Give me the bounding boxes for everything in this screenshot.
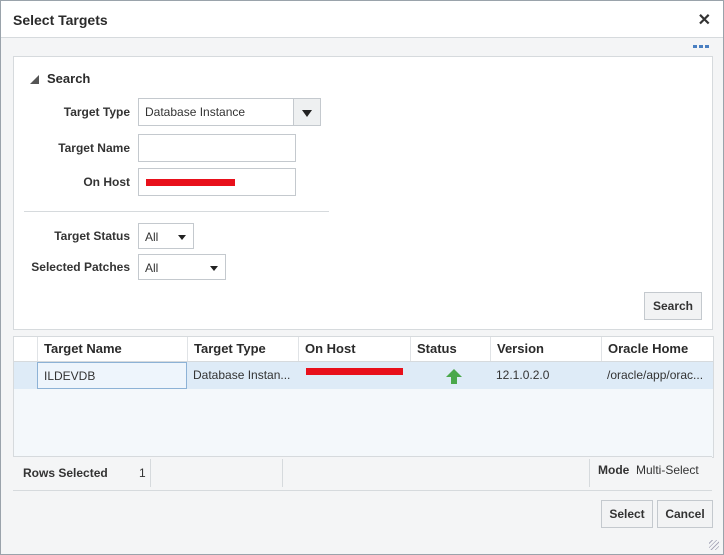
dialog-title: Select Targets [13, 12, 108, 28]
target-name-label: Target Name [58, 141, 130, 155]
select-button[interactable]: Select [601, 500, 653, 528]
status-up-arrow-stem [451, 376, 457, 384]
chevron-down-icon [210, 266, 218, 271]
cell-oracle-home[interactable]: /oracle/app/orac... [601, 362, 713, 389]
selected-patches-select[interactable]: All [138, 254, 226, 280]
search-divider [24, 211, 329, 212]
selected-patches-value: All [145, 261, 159, 275]
cell-target-name[interactable]: ILDEVDB [37, 362, 187, 389]
on-host-redaction [146, 179, 235, 186]
resize-handle-icon[interactable] [709, 540, 719, 550]
cancel-button[interactable]: Cancel [657, 500, 713, 528]
select-targets-dialog: Select Targets ✕ Search Target Type Data… [0, 0, 724, 555]
cell-on-host[interactable] [298, 362, 410, 389]
dialog-titlebar: Select Targets ✕ [1, 1, 723, 38]
target-status-value: All [145, 230, 159, 244]
chevron-down-icon [178, 235, 186, 240]
mode-label: Mode [598, 463, 630, 477]
target-type-select[interactable]: Database Instance [138, 98, 294, 126]
search-panel: Search Target Type Database Instance Tar… [13, 56, 713, 330]
table-row[interactable]: ILDEVDB Database Instan... 12.1.0.2.0 /o… [14, 362, 713, 389]
column-header-status[interactable]: Status [410, 337, 490, 361]
table-footer: Rows Selected 1 Mode Multi-Select [13, 456, 712, 491]
collapse-triangle-icon[interactable] [30, 75, 39, 84]
chevron-down-icon [302, 110, 312, 117]
target-status-label: Target Status [54, 229, 130, 243]
search-header-label: Search [47, 71, 91, 86]
column-header-on-host[interactable]: On Host [298, 337, 410, 361]
target-type-label: Target Type [63, 105, 130, 119]
results-table: Target Name Target Type On Host Status V… [13, 336, 714, 458]
footer-separator [150, 459, 151, 487]
column-header-oracle-home[interactable]: Oracle Home [601, 337, 713, 361]
target-type-dropdown-button[interactable] [293, 98, 321, 126]
target-status-select[interactable]: All [138, 223, 194, 249]
footer-separator [282, 459, 283, 487]
panel-options-icon[interactable] [693, 45, 711, 51]
column-header-target-type[interactable]: Target Type [187, 337, 298, 361]
footer-separator [589, 459, 590, 487]
on-host-label: On Host [83, 175, 130, 189]
column-header-target-name[interactable]: Target Name [37, 337, 187, 361]
cell-target-type[interactable]: Database Instan... [187, 362, 298, 389]
search-button[interactable]: Search [644, 292, 702, 320]
cell-version[interactable]: 12.1.0.2.0 [490, 362, 601, 389]
column-header-version[interactable]: Version [490, 337, 601, 361]
on-host-cell-redaction [306, 368, 403, 375]
search-section-header[interactable]: Search [30, 71, 90, 86]
rows-selected-count: 1 [139, 466, 146, 480]
table-header: Target Name Target Type On Host Status V… [14, 337, 713, 362]
target-name-input[interactable] [138, 134, 296, 162]
selected-patches-label: Selected Patches [31, 260, 130, 274]
mode-value: Multi-Select [636, 463, 699, 477]
close-icon[interactable]: ✕ [698, 10, 711, 30]
rows-selected-label: Rows Selected [23, 466, 108, 480]
